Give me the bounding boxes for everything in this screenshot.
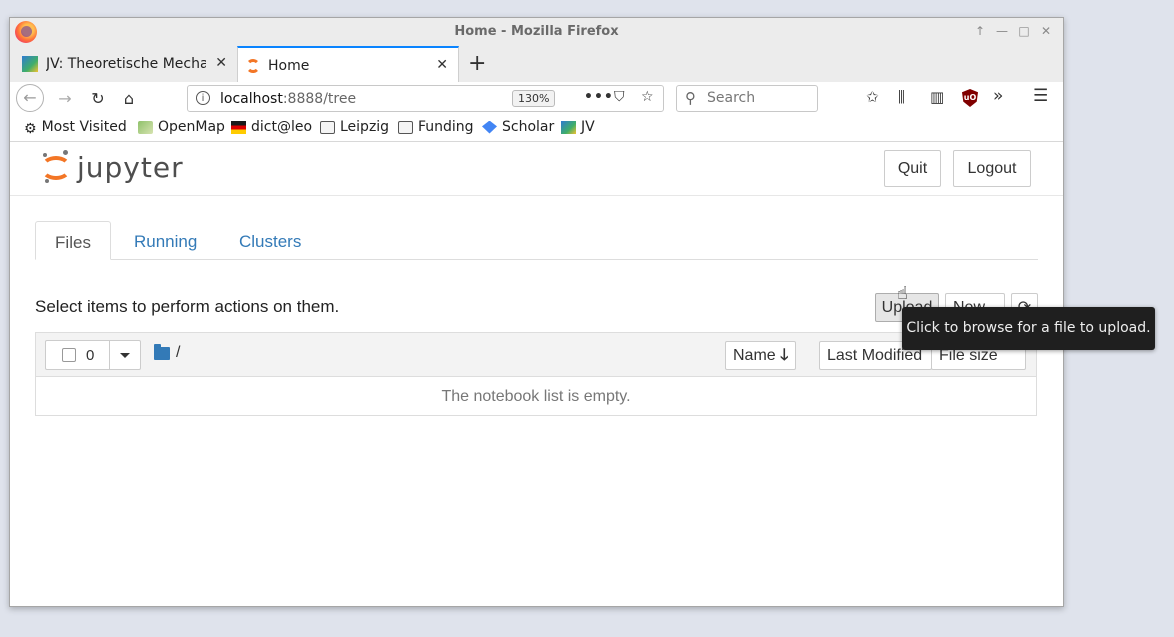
select-dropdown-button[interactable] [109, 340, 141, 370]
info-icon[interactable]: i [196, 91, 210, 105]
image-icon [22, 56, 38, 72]
caret-down-icon [120, 353, 130, 358]
image-icon [561, 120, 576, 134]
title-bar: Home - Mozilla Firefox ↑ — □ ✕ [10, 18, 1063, 47]
new-tab-button[interactable]: + [468, 51, 486, 76]
sort-name-button[interactable]: Name 🡓 [725, 341, 797, 370]
jupyter-header: jupyter Quit Logout [10, 142, 1063, 196]
tab-bar: JV: Theoretische Mechanik ✕ Home ✕ + [10, 46, 1063, 83]
selected-count: 0 [86, 347, 95, 364]
tab-label: Home [268, 57, 310, 74]
folder-icon [398, 120, 413, 134]
bookmark-dict-leo[interactable]: dict@leo [231, 119, 312, 135]
forward-button[interactable]: → [52, 87, 78, 111]
notebook-list: 0 / Name 🡓 Last Modified File size The n… [35, 332, 1037, 416]
tab-files[interactable]: Files [35, 221, 111, 260]
jupyter-icon [246, 58, 260, 73]
sidebar-icon[interactable]: ▥ [930, 88, 944, 106]
bookmark-most-visited[interactable]: ⚙ Most Visited [24, 119, 127, 137]
breadcrumb[interactable]: / [176, 344, 180, 362]
select-all-toggle[interactable]: 0 [45, 340, 110, 370]
logout-button[interactable]: Logout [953, 150, 1031, 187]
bookmarks-star-icon[interactable]: ✩ [866, 88, 879, 106]
page-actions-icon[interactable]: ••• [584, 89, 614, 105]
url-bar[interactable]: i localhost:8888/tree 130% ••• ⛉ ☆ [187, 85, 664, 112]
zoom-indicator[interactable]: 130% [512, 90, 556, 107]
bookmark-leipzig[interactable]: Leipzig [320, 119, 389, 135]
logo-text: jupyter [77, 150, 184, 184]
jupyter-logo[interactable]: jupyter [41, 150, 184, 184]
library-icon[interactable]: ⫼ [898, 88, 905, 106]
search-icon: ⚲ [685, 89, 696, 107]
window-title: Home - Mozilla Firefox [454, 24, 619, 39]
folder-icon[interactable] [154, 344, 170, 360]
folder-icon [320, 120, 335, 134]
overflow-chevron-icon[interactable]: » [993, 86, 1003, 106]
selection-hint: Select items to perform actions on them. [35, 297, 340, 316]
map-icon [138, 120, 153, 134]
tab-clusters[interactable]: Clusters [239, 221, 301, 259]
bookmark-openmap[interactable]: OpenMap [138, 119, 225, 135]
browser-tab-home[interactable]: Home ✕ [237, 46, 459, 83]
gear-icon: ⚙ [24, 120, 37, 137]
select-all-checkbox[interactable] [62, 348, 76, 362]
window-up-icon[interactable]: ↑ [972, 23, 988, 39]
search-input[interactable]: ⚲ Search [676, 85, 818, 112]
bookmark-scholar[interactable]: Scholar [482, 119, 554, 135]
jupyter-tabs: Files Running Clusters [35, 221, 1038, 260]
notebook-list-header: 0 / Name 🡓 Last Modified File size [36, 333, 1036, 377]
back-button[interactable]: ← [16, 84, 44, 112]
quit-button[interactable]: Quit [884, 150, 941, 187]
menu-icon[interactable]: ☰ [1033, 86, 1048, 106]
bookmark-jv[interactable]: JV [561, 119, 595, 135]
home-button[interactable]: ⌂ [116, 87, 142, 111]
select-group: 0 [45, 340, 142, 370]
close-tab-icon[interactable]: ✕ [436, 57, 448, 73]
close-tab-icon[interactable]: ✕ [215, 55, 227, 71]
tab-running[interactable]: Running [134, 221, 197, 259]
hand-cursor-icon: ☝ [897, 283, 908, 304]
close-window-button[interactable]: ✕ [1038, 23, 1054, 39]
nav-bar: ← → ↻ ⌂ i localhost:8888/tree 130% ••• ⛉… [10, 82, 1063, 116]
reload-button[interactable]: ↻ [85, 87, 111, 111]
bookmarks-bar: ⚙ Most Visited OpenMap dict@leo Leipzig … [10, 116, 1063, 142]
jupyter-logo-icon [41, 150, 71, 184]
maximize-button[interactable]: □ [1016, 23, 1032, 39]
tab-label: JV: Theoretische Mechanik [46, 56, 206, 72]
upload-tooltip: Click to browse for a file to upload. [902, 307, 1155, 350]
leo-icon [231, 120, 246, 134]
scholar-icon [482, 120, 497, 134]
ublock-icon[interactable]: uO [962, 89, 978, 107]
jupyter-page: jupyter Quit Logout Files Running Cluste… [10, 142, 1063, 606]
minimize-button[interactable]: — [994, 23, 1010, 39]
bookmark-funding[interactable]: Funding [398, 119, 474, 135]
arrow-down-icon: 🡓 [780, 347, 789, 364]
pocket-icon[interactable]: ⛉ [614, 89, 625, 105]
url-text[interactable]: localhost:8888/tree [220, 91, 356, 107]
empty-list-message: The notebook list is empty. [441, 388, 631, 405]
browser-tab-jv[interactable]: JV: Theoretische Mechanik ✕ [10, 46, 237, 82]
bookmark-star-icon[interactable]: ☆ [641, 89, 654, 105]
